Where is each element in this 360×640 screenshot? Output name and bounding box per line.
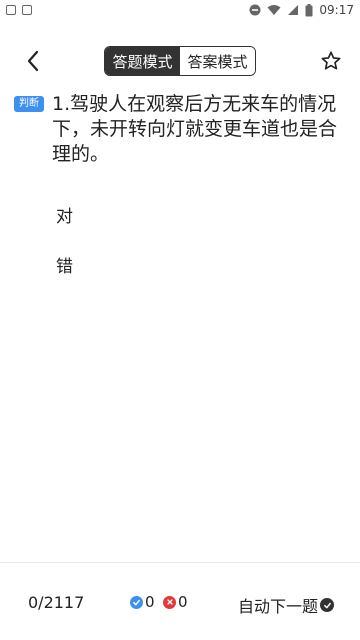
back-button[interactable] (20, 48, 46, 74)
clock: 09:17 (319, 3, 354, 17)
wrong-count: 0 (178, 593, 188, 611)
answer-mode-tab[interactable]: 答题模式 (105, 47, 180, 75)
footer: 0/2117 0 0 自动下一题 (0, 562, 360, 640)
progress-counter[interactable]: 0/2117 (28, 593, 84, 612)
dnd-icon (249, 4, 261, 16)
star-icon (321, 51, 341, 70)
chevron-left-icon (27, 50, 39, 72)
wrong-stat: 0 (163, 593, 188, 611)
option-true[interactable]: 对 (56, 202, 73, 227)
auto-next-toggle[interactable]: 自动下一题 (238, 593, 335, 617)
option-false[interactable]: 错 (56, 252, 73, 277)
image-notification-icon (6, 5, 16, 15)
header: 答题模式 答案模式 (0, 38, 360, 84)
solution-mode-tab[interactable]: 答案模式 (180, 47, 255, 75)
wifi-icon (267, 5, 281, 15)
question: 判断 1.驾驶人在观察后方无来车的情况下，未开转向灯就变更车道也是合理的。 (14, 92, 344, 167)
favorite-button[interactable] (318, 48, 344, 74)
app-notification-icon (22, 5, 32, 15)
question-type-badge: 判断 (14, 96, 44, 112)
question-text: 1.驾驶人在观察后方无来车的情况下，未开转向灯就变更车道也是合理的。 (52, 93, 338, 165)
correct-count: 0 (145, 593, 155, 611)
check-icon (130, 595, 143, 609)
signal-icon (288, 5, 299, 15)
battery-icon (305, 3, 313, 16)
correct-stat: 0 (130, 593, 155, 611)
notification-icons (6, 5, 32, 15)
status-bar: 09:17 (0, 0, 360, 20)
mode-toggle: 答题模式 答案模式 (104, 46, 256, 76)
cross-icon (163, 595, 176, 609)
check-circle-icon (320, 598, 335, 612)
auto-next-label: 自动下一题 (238, 597, 319, 616)
